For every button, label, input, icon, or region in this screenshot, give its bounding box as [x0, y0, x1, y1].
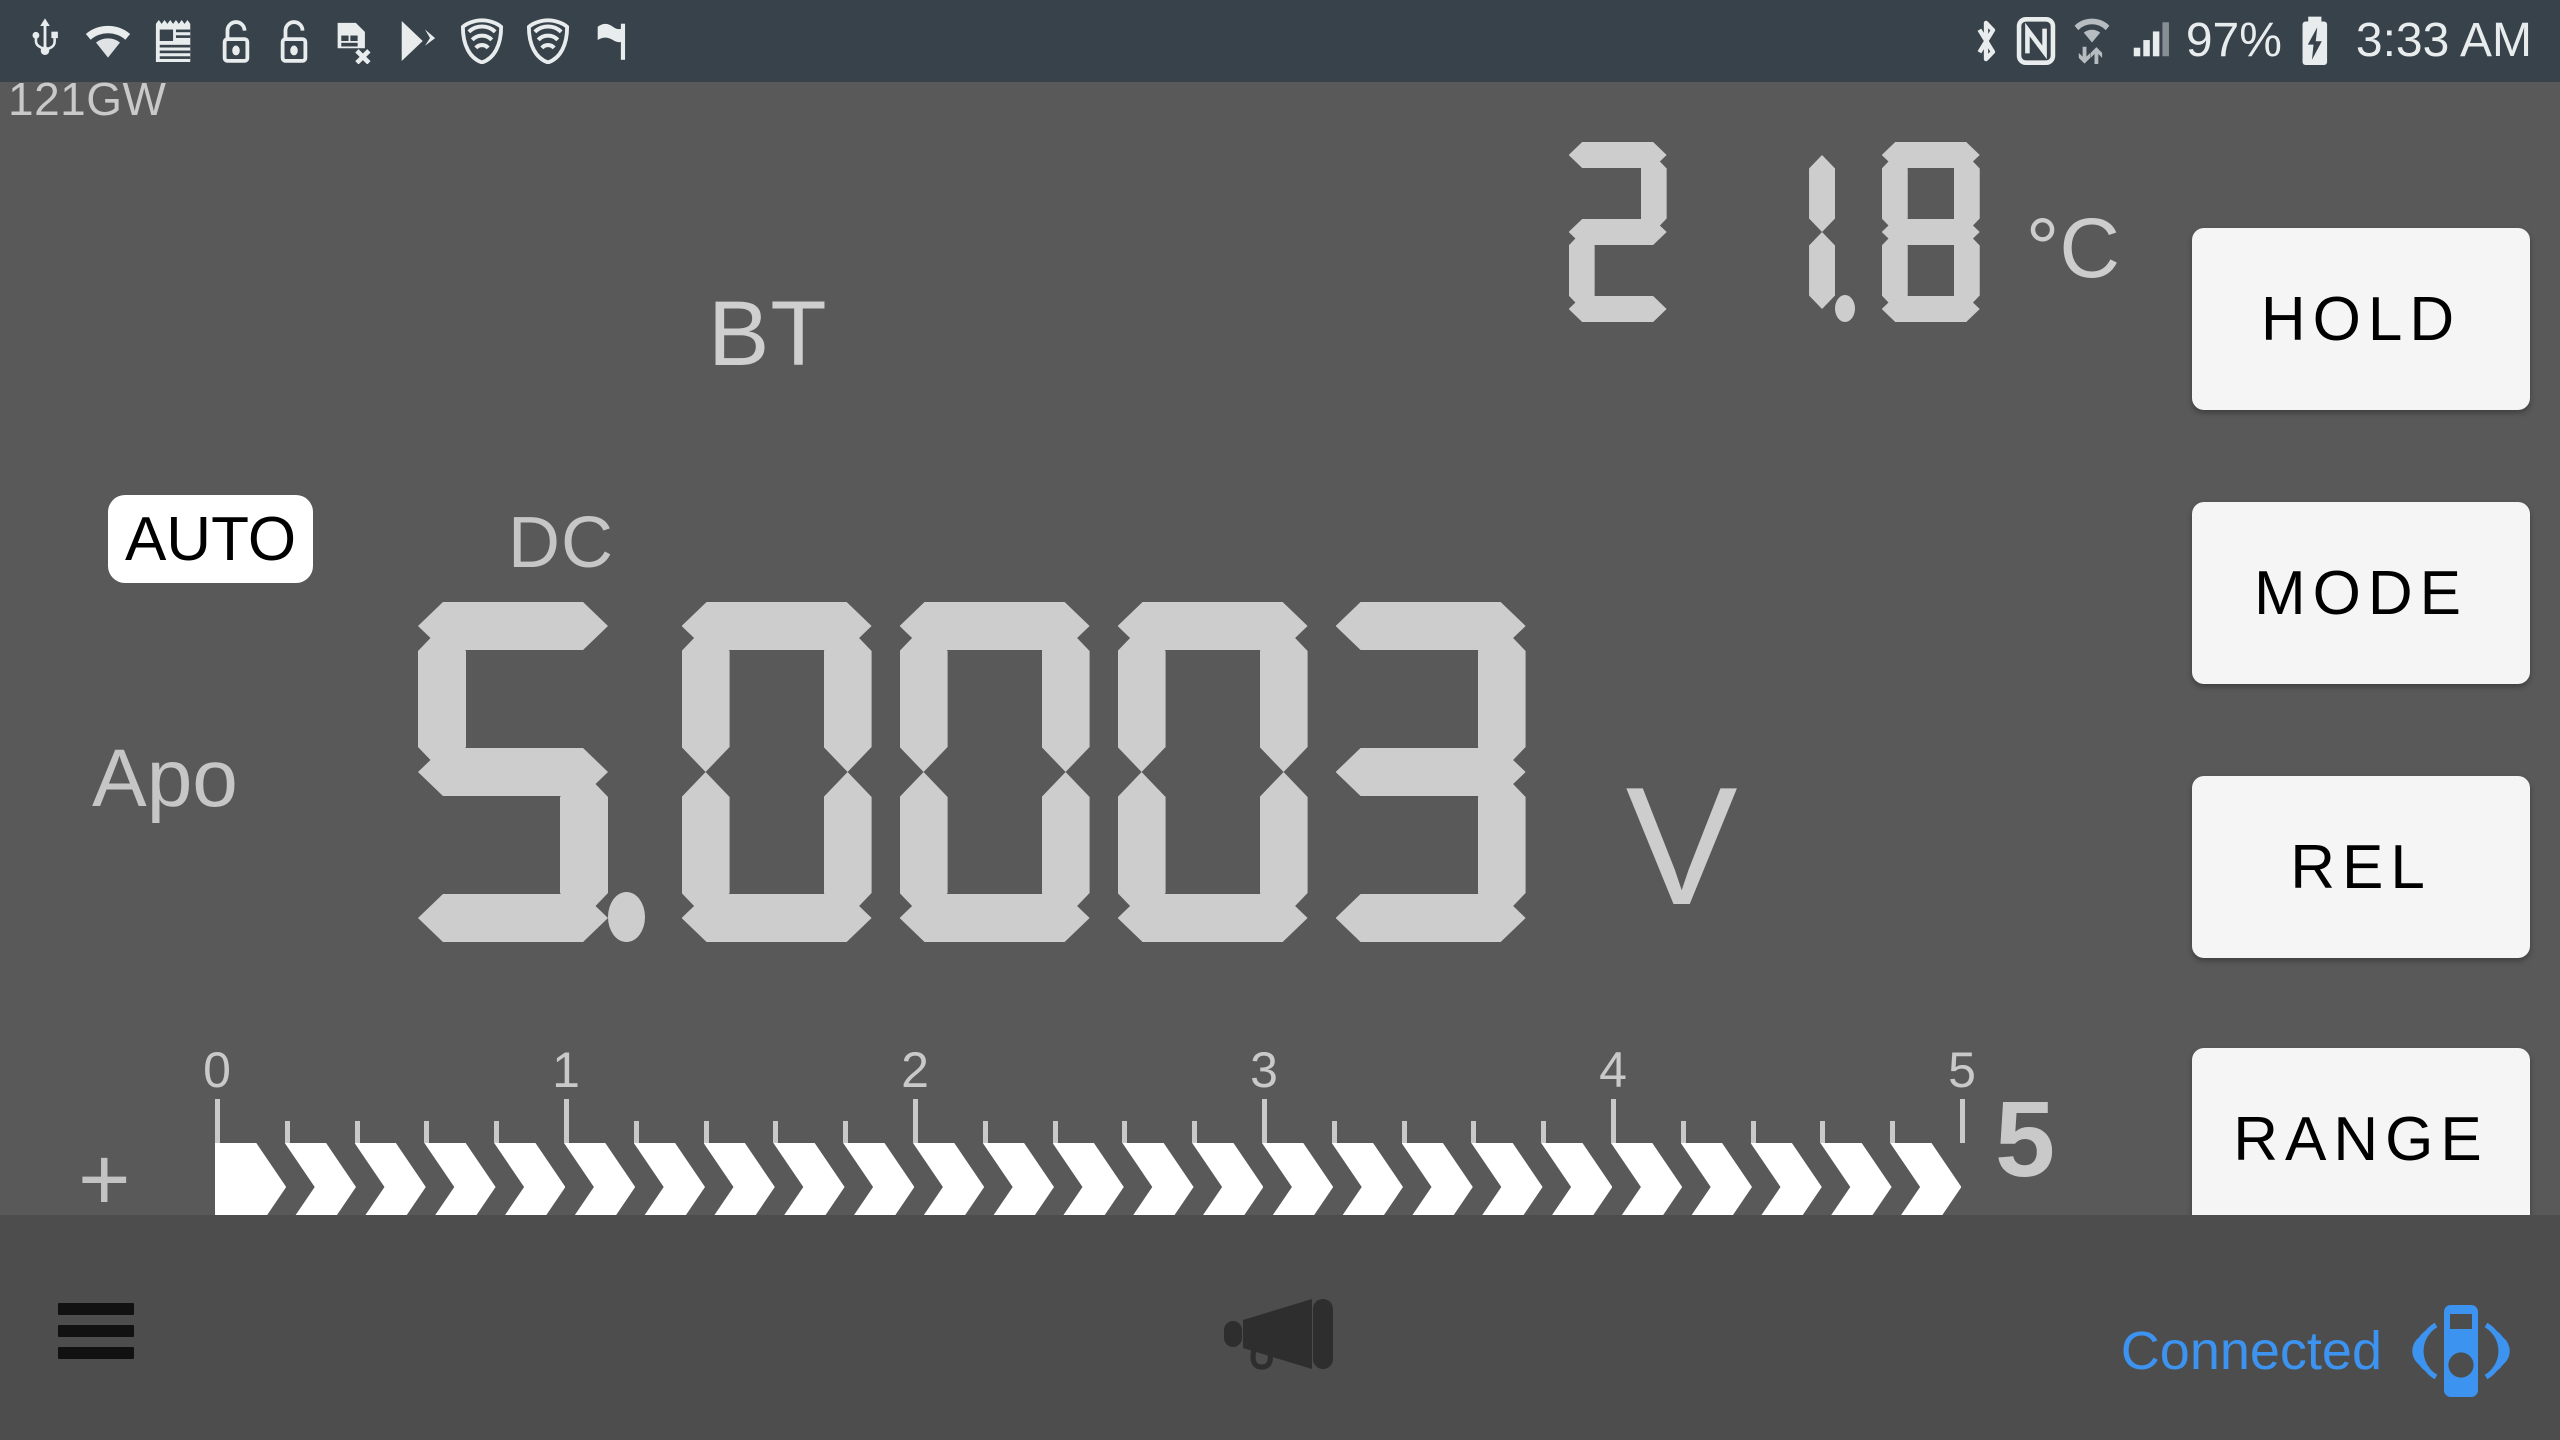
mode-button[interactable]: MODE [2192, 502, 2530, 684]
bargraph-major-tick [1611, 1099, 1616, 1143]
connection-status-label: Connected [2120, 1321, 2382, 1381]
temperature-readout: °C [1568, 142, 2120, 322]
bargraph-minor-tick [1122, 1121, 1128, 1143]
auto-power-off-label: Apo [92, 733, 238, 824]
status-bar-left-icons [28, 16, 630, 66]
bargraph-minor-tick [1471, 1121, 1477, 1143]
polarity-label: + [78, 1130, 131, 1230]
bargraph-minor-tick [1750, 1121, 1756, 1143]
multimeter-signal-icon [2412, 1305, 2510, 1397]
multimeter-app: 97% 3:33 AM 121GW BT DC Apo AUTO °C V + … [0, 0, 2560, 1440]
bargraph-minor-tick [354, 1121, 360, 1143]
bargraph-minor-tick [1192, 1121, 1198, 1143]
hamburger-bar-2 [58, 1325, 134, 1337]
bargraph-minor-tick [1820, 1121, 1826, 1143]
bluetooth-indicator-label: BT [708, 283, 828, 385]
wifi-icon [85, 25, 131, 58]
seven-segment-digit [899, 602, 1090, 942]
hamburger-bar-3 [58, 1347, 134, 1359]
seven-segment-digit [681, 602, 872, 942]
lock-open-icon-2 [280, 20, 308, 63]
analog-bargraph: + 0 1 2 3 4 5 5 [0, 1045, 2560, 1237]
bargraph-major-tick [913, 1099, 918, 1143]
primary-reading-digits [418, 602, 1526, 942]
seven-segment-digit [1117, 602, 1308, 942]
decimal-point [608, 602, 654, 942]
play-store-icon [401, 20, 436, 62]
usb-icon [32, 18, 58, 55]
megaphone-icon[interactable] [1222, 1295, 1338, 1373]
bluetooth-icon [1977, 20, 1995, 62]
bargraph-tick-label: 5 [1948, 1042, 1976, 1098]
bargraph-minor-tick [1680, 1121, 1686, 1143]
battery-charging-icon [2302, 16, 2327, 65]
seven-segment-digit [1568, 142, 1667, 322]
bargraph-tick-label: 4 [1599, 1042, 1627, 1098]
bargraph-minor-tick [494, 1121, 500, 1143]
bargraph-minor-tick [1052, 1121, 1058, 1143]
bargraph-tick-label: 2 [901, 1042, 929, 1098]
bargraph-minor-tick [633, 1121, 639, 1143]
bargraph-minor-tick [1331, 1121, 1337, 1143]
bottom-toolbar: Connected [0, 1215, 2560, 1440]
dc-mode-label: DC [508, 503, 614, 583]
bargraph-minor-tick [703, 1121, 709, 1143]
hamburger-bar-1 [58, 1303, 134, 1315]
bargraph-minor-tick [982, 1121, 988, 1143]
cell-signal-icon [2133, 22, 2169, 57]
auto-range-badge[interactable]: AUTO [108, 495, 313, 583]
bargraph-major-tick [1262, 1099, 1267, 1143]
connection-status[interactable]: Connected [2121, 1299, 2520, 1403]
rel-button[interactable]: REL [2192, 776, 2530, 958]
status-bar-right-icons: 97% 3:33 AM [1970, 15, 2532, 67]
bargraph-minor-tick [843, 1121, 849, 1143]
bargraph-tick-label: 3 [1250, 1042, 1278, 1098]
sim-card-x-icon [337, 22, 371, 64]
bargraph-range-label: 5 [1995, 1078, 2056, 1199]
lock-open-icon [222, 20, 250, 63]
bargraph-major-tick [564, 1099, 569, 1143]
seven-segment-digit [1335, 602, 1526, 942]
bargraph-scale: 0 1 2 3 4 5 [203, 1045, 1976, 1143]
primary-unit-label: V [1625, 752, 1738, 940]
wifi-data-icon [2074, 18, 2110, 64]
seven-segment-digit [1881, 142, 1980, 322]
bargraph-minor-tick [424, 1121, 430, 1143]
device-model-label: 121GW [8, 73, 167, 125]
hamburger-menu-icon[interactable] [58, 1303, 134, 1359]
bargraph-minor-tick [1541, 1121, 1547, 1143]
meter-display-panel: 121GW BT DC Apo AUTO °C V + 0 1 2 3 4 5 5 HOL… [0, 73, 2560, 1231]
bargraph-minor-tick [773, 1121, 779, 1143]
bargraph-minor-tick [284, 1121, 290, 1143]
bargraph-minor-tick [1890, 1121, 1896, 1143]
bargraph-tick-label: 1 [552, 1042, 580, 1098]
hold-button[interactable]: HOLD [2192, 228, 2530, 410]
primary-readout: V [418, 602, 1738, 942]
vpn-shield-icon-2 [526, 18, 570, 64]
seven-segment-digit [1737, 142, 1836, 322]
decimal-point [1835, 142, 1860, 322]
bargraph-minor-tick [1401, 1121, 1407, 1143]
bargraph-major-tick [215, 1099, 220, 1143]
android-status-bar: 97% 3:33 AM [0, 0, 2560, 82]
nfc-icon [2016, 17, 2056, 65]
notes-icon [155, 20, 191, 62]
bargraph-major-tick [1960, 1099, 1965, 1143]
temperature-digits [1568, 142, 1980, 322]
flag-icon [597, 23, 626, 60]
battery-percent-label: 97% [2185, 14, 2282, 67]
range-button[interactable]: RANGE [2192, 1048, 2530, 1230]
seven-segment-digit [418, 602, 608, 942]
temperature-unit-label: °C [2025, 201, 2120, 295]
bargraph-tick-label: 0 [203, 1042, 231, 1098]
clock-label: 3:33 AM [2355, 14, 2532, 67]
vpn-shield-icon [460, 18, 504, 64]
